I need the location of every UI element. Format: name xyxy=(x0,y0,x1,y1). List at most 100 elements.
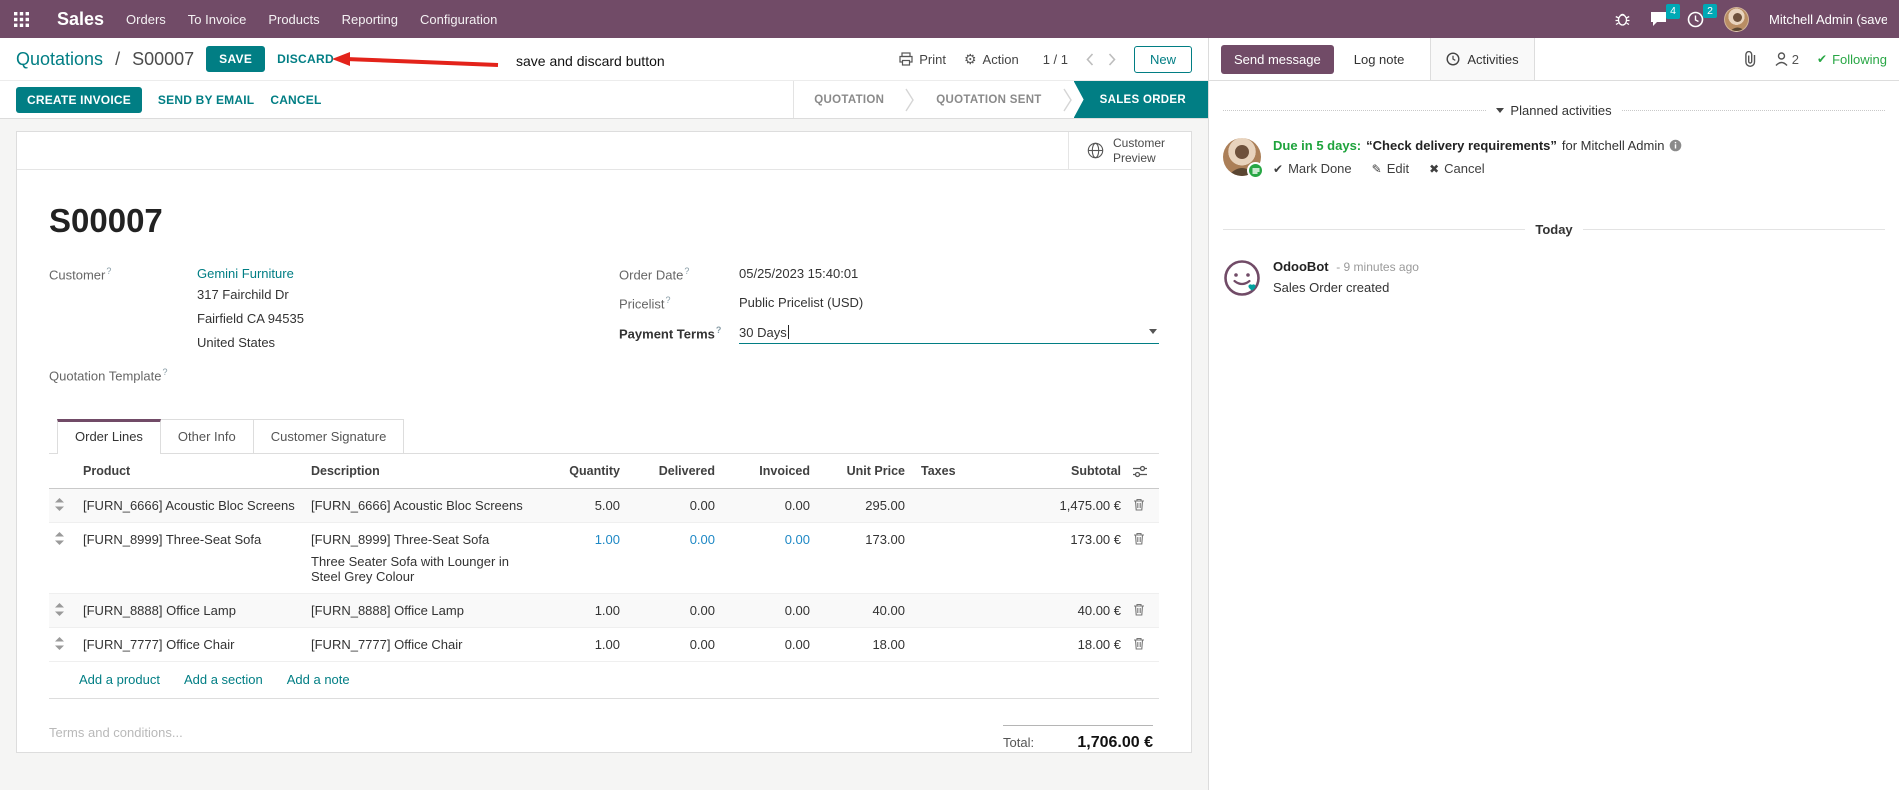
order-line-row[interactable]: [FURN_8999] Three-Seat Sofa [FURN_8999] … xyxy=(49,522,1159,594)
menu-configuration[interactable]: Configuration xyxy=(420,12,497,27)
activities-clock-icon[interactable]: 2 xyxy=(1687,3,1717,28)
cell-delivered[interactable]: 0.00 xyxy=(626,522,721,594)
debug-icon[interactable] xyxy=(1615,11,1630,27)
cell-description[interactable]: [FURN_7777] Office Chair xyxy=(305,627,538,662)
tab-customer-signature[interactable]: Customer Signature xyxy=(253,419,405,453)
cell-delivered[interactable]: 0.00 xyxy=(626,488,721,523)
customer-link[interactable]: Gemini Furniture xyxy=(197,266,294,281)
cell-quantity[interactable]: 5.00 xyxy=(538,488,626,523)
cell-invoiced[interactable]: 0.00 xyxy=(721,627,816,662)
discard-button[interactable]: DISCARD xyxy=(277,52,334,66)
drag-handle-icon[interactable] xyxy=(55,532,64,545)
cell-delivered[interactable]: 0.00 xyxy=(626,627,721,662)
cell-quantity[interactable]: 1.00 xyxy=(538,522,626,594)
dropdown-caret-icon[interactable] xyxy=(1149,328,1157,334)
user-avatar[interactable] xyxy=(1724,6,1749,32)
cell-unit-price[interactable]: 18.00 xyxy=(816,627,911,662)
add-note-link[interactable]: Add a note xyxy=(287,672,350,687)
menu-reporting[interactable]: Reporting xyxy=(342,12,398,27)
tab-order-lines[interactable]: Order Lines xyxy=(57,419,161,454)
following-button[interactable]: ✔ Following xyxy=(1817,52,1887,67)
cell-taxes[interactable] xyxy=(911,522,995,594)
cell-delivered[interactable]: 0.00 xyxy=(626,593,721,628)
save-button[interactable]: SAVE xyxy=(206,46,266,72)
cancel-activity-button[interactable]: ✖ Cancel xyxy=(1429,161,1485,176)
delete-line-icon[interactable] xyxy=(1133,498,1145,511)
cell-product[interactable]: [FURN_8999] Three-Seat Sofa xyxy=(77,522,305,594)
order-date-field[interactable]: 05/25/2023 15:40:01 xyxy=(739,266,1159,282)
cell-unit-price[interactable]: 295.00 xyxy=(816,488,911,523)
followers-button[interactable]: 2 xyxy=(1775,52,1799,67)
customer-address-line: United States xyxy=(197,334,276,350)
activity-assignee: for Mitchell Admin xyxy=(1561,138,1665,153)
delete-line-icon[interactable] xyxy=(1133,637,1145,650)
pager-next-icon[interactable] xyxy=(1108,52,1116,66)
menu-to-invoice[interactable]: To Invoice xyxy=(188,12,247,27)
edit-activity-button[interactable]: ✎ Edit xyxy=(1372,161,1409,176)
breadcrumb-quotations[interactable]: Quotations xyxy=(16,49,103,70)
print-button[interactable]: Print xyxy=(899,52,946,67)
cell-description[interactable]: [FURN_8888] Office Lamp xyxy=(305,593,538,628)
create-invoice-button[interactable]: CREATE INVOICE xyxy=(16,86,142,113)
terms-and-conditions-input[interactable]: Terms and conditions... xyxy=(49,725,183,752)
mark-done-button[interactable]: ✔ Mark Done xyxy=(1273,161,1352,176)
pager-previous-icon[interactable] xyxy=(1086,52,1094,66)
message-author[interactable]: OdooBot xyxy=(1273,259,1329,274)
cell-product[interactable]: [FURN_6666] Acoustic Bloc Screens xyxy=(77,488,305,523)
messages-icon[interactable]: 4 xyxy=(1650,4,1680,27)
cell-description[interactable]: [FURN_6666] Acoustic Bloc Screens xyxy=(305,488,538,523)
menu-orders[interactable]: Orders xyxy=(126,12,166,27)
optional-columns-icon[interactable] xyxy=(1133,465,1147,478)
cell-unit-price[interactable]: 173.00 xyxy=(816,522,911,594)
pricelist-field[interactable]: Public Pricelist (USD) xyxy=(739,295,1159,311)
pricelist-label: Pricelist? xyxy=(619,295,671,312)
app-name[interactable]: Sales xyxy=(57,9,104,30)
x-icon: ✖ xyxy=(1429,161,1440,176)
cell-invoiced[interactable]: 0.00 xyxy=(721,488,816,523)
menu-products[interactable]: Products xyxy=(268,12,319,27)
stage-quotation[interactable]: QUOTATION xyxy=(794,81,904,118)
activities-tab[interactable]: Activities xyxy=(1430,38,1535,80)
cell-taxes[interactable] xyxy=(911,488,995,523)
drag-handle-icon[interactable] xyxy=(55,603,64,616)
stage-quotation-sent[interactable]: QUOTATION SENT xyxy=(916,81,1061,118)
drag-handle-icon[interactable] xyxy=(55,498,64,511)
cancel-order-button[interactable]: CANCEL xyxy=(270,93,321,107)
odoobot-avatar[interactable] xyxy=(1223,259,1261,297)
quotation-template-field[interactable] xyxy=(197,367,619,383)
delete-line-icon[interactable] xyxy=(1133,603,1145,616)
cell-quantity[interactable]: 1.00 xyxy=(538,593,626,628)
form-sheet: Customer Preview S00007 Customer? Gemini… xyxy=(16,131,1192,753)
add-section-link[interactable]: Add a section xyxy=(184,672,263,687)
today-divider: Today xyxy=(1223,222,1886,237)
cell-quantity[interactable]: 1.00 xyxy=(538,627,626,662)
tab-other-info[interactable]: Other Info xyxy=(160,419,254,453)
action-button[interactable]: ⚙ Action xyxy=(964,51,1019,68)
cell-taxes[interactable] xyxy=(911,627,995,662)
send-by-email-button[interactable]: SEND BY EMAIL xyxy=(158,93,254,107)
stage-sales-order[interactable]: SALES ORDER xyxy=(1073,81,1208,118)
apps-grid-icon[interactable] xyxy=(10,8,33,31)
cell-taxes[interactable] xyxy=(911,593,995,628)
log-note-button[interactable]: Log note xyxy=(1342,45,1417,74)
cell-invoiced[interactable]: 0.00 xyxy=(721,522,816,594)
order-line-row[interactable]: [FURN_6666] Acoustic Bloc Screens [FURN_… xyxy=(49,488,1159,523)
order-line-row[interactable]: [FURN_8888] Office Lamp [FURN_8888] Offi… xyxy=(49,593,1159,628)
info-icon[interactable] xyxy=(1669,139,1682,152)
cell-invoiced[interactable]: 0.00 xyxy=(721,593,816,628)
drag-handle-icon[interactable] xyxy=(55,637,64,650)
user-menu[interactable]: Mitchell Admin (save_discar xyxy=(1769,12,1887,27)
cell-unit-price[interactable]: 40.00 xyxy=(816,593,911,628)
new-button[interactable]: New xyxy=(1133,45,1192,73)
cell-description-line2: Three Seater Sofa with Lounger in Steel … xyxy=(311,554,510,584)
cell-product[interactable]: [FURN_7777] Office Chair xyxy=(77,627,305,662)
cell-product[interactable]: [FURN_8888] Office Lamp xyxy=(77,593,305,628)
delete-line-icon[interactable] xyxy=(1133,532,1145,545)
payment-terms-input[interactable]: 30 Days xyxy=(739,325,1159,344)
add-product-link[interactable]: Add a product xyxy=(79,672,160,687)
attachment-icon[interactable] xyxy=(1743,51,1757,67)
send-message-button[interactable]: Send message xyxy=(1221,44,1334,74)
order-line-row[interactable]: [FURN_7777] Office Chair [FURN_7777] Off… xyxy=(49,627,1159,662)
planned-activities-toggle[interactable]: Planned activities xyxy=(1486,103,1621,118)
customer-preview-button[interactable]: Customer Preview xyxy=(1068,132,1191,170)
